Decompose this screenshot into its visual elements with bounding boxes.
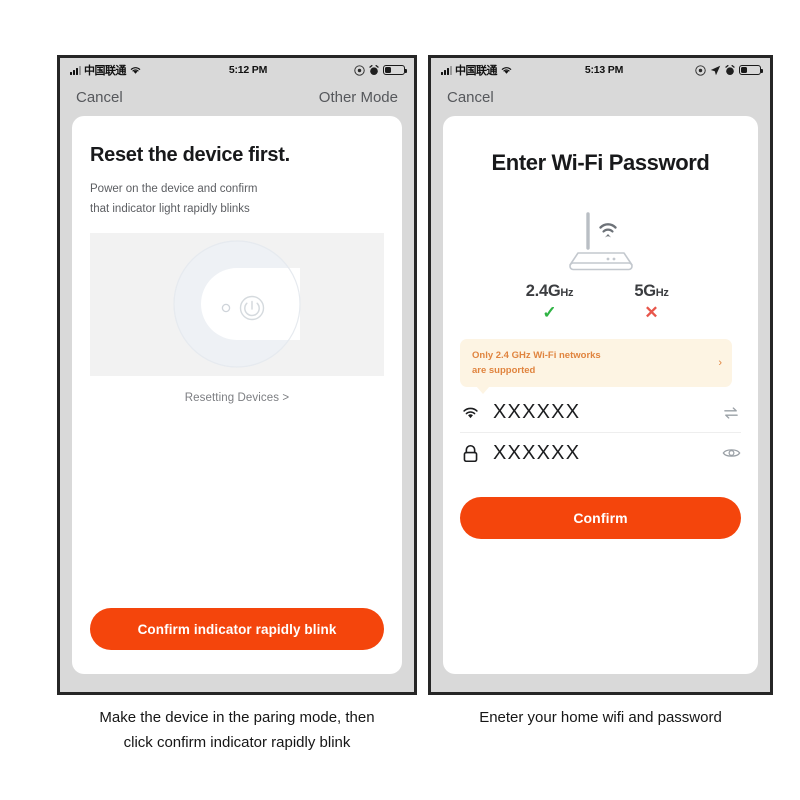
reset-card-body: Reset the device first. Power on the dev…: [72, 116, 402, 404]
cross-icon: ✕: [644, 303, 659, 322]
caption-left: Make the device in the paring mode, then…: [57, 706, 417, 756]
page-title: Enter Wi-Fi Password: [491, 150, 710, 175]
screenshot-stage: 中国联通 5:12 PM Cancel Other Mode Reset the…: [0, 0, 800, 800]
wifi-icon: [460, 405, 480, 420]
caption-right-line-1: Eneter your home wifi and password: [479, 709, 722, 726]
check-icon: ✓: [542, 303, 557, 322]
caption-right: Eneter your home wifi and password: [428, 706, 773, 731]
chevron-right-icon: ›: [718, 357, 722, 370]
screen-lock-rotation-icon: [695, 64, 706, 76]
status-bar-left-group: 中国联通: [70, 62, 142, 78]
signal-bars-icon: [441, 65, 452, 75]
switch-network-icon[interactable]: [721, 406, 741, 420]
screen-lock-rotation-icon: [354, 64, 365, 76]
frequency-support-tooltip[interactable]: Only 2.4 GHz Wi-Fi networks are supporte…: [460, 339, 732, 395]
nav-bar-left: Cancel Other Mode: [60, 82, 414, 112]
lock-icon: [460, 444, 480, 463]
wifi-router-icon: [568, 212, 633, 271]
cancel-button[interactable]: Cancel: [447, 89, 754, 106]
resetting-devices-link[interactable]: Resetting Devices >: [90, 392, 384, 404]
other-mode-button[interactable]: Other Mode: [319, 89, 398, 106]
wifi-icon: [501, 67, 512, 74]
router-illustration: [443, 208, 758, 274]
alarm-clock-icon: [369, 64, 379, 75]
wifi-icon: [130, 67, 141, 74]
battery-icon: [739, 64, 764, 76]
alarm-clock-icon: [725, 64, 735, 75]
frequency-value: 2.4G: [525, 282, 561, 300]
frequency-unit: Hz: [560, 287, 574, 299]
tooltip-text: Only 2.4 GHz Wi-Fi networks are supporte…: [472, 348, 712, 378]
nav-bar-right: Cancel: [431, 82, 770, 112]
frequency-value: 5G: [634, 282, 656, 300]
carrier-label: 中国联通: [84, 65, 127, 77]
status-bar-left: 中国联通 5:12 PM: [60, 58, 414, 82]
card-spacer: [72, 404, 402, 608]
show-password-eye-icon[interactable]: [721, 446, 741, 460]
wifi-password-field-row[interactable]: XXXXXX: [460, 433, 741, 473]
status-bar-time: 5:12 PM: [228, 64, 268, 76]
page-title: Reset the device first.: [90, 144, 290, 166]
wifi-ssid-input[interactable]: XXXXXX: [493, 401, 708, 424]
phone-mockup-left: 中国联通 5:12 PM Cancel Other Mode Reset the…: [57, 55, 417, 695]
signal-bars-icon: [70, 65, 81, 75]
frequency-5ghz: 5GHz ✕: [615, 282, 689, 321]
phone-mockup-right: 中国联通 5:13 PM Cancel Enter Wi-Fi Password…: [428, 55, 773, 695]
status-bar-right-group: [695, 64, 764, 76]
frequency-support-row: 2.4GHz ✓ 5GHz ✕: [443, 282, 758, 321]
frequency-label: 5GHz: [615, 282, 689, 301]
wifi-password-input[interactable]: XXXXXX: [493, 442, 708, 465]
page-subtitle: Power on the device and confirm that ind…: [90, 180, 384, 220]
location-arrow-icon: [710, 65, 721, 75]
confirm-indicator-blink-button[interactable]: Confirm indicator rapidly blink: [90, 608, 384, 650]
caption-left-line-2: click confirm indicator rapidly blink: [123, 733, 351, 751]
frequency-label: 2.4GHz: [513, 282, 587, 301]
status-bar-left-group: 中国联通: [441, 62, 513, 78]
wifi-password-card: Enter Wi-Fi Password 2.4GHz ✓ 5GHz ✕ Onl…: [443, 116, 758, 674]
device-illustration: [90, 232, 384, 376]
tooltip-line-1: Only 2.4 GHz Wi-Fi networks: [472, 350, 601, 361]
frequency-2-4ghz: 2.4GHz ✓: [513, 282, 587, 321]
tooltip-line-2: are supported: [472, 365, 536, 377]
confirm-button[interactable]: Confirm: [460, 497, 741, 540]
cancel-button[interactable]: Cancel: [76, 89, 319, 106]
status-bar-time: 5:13 PM: [584, 64, 624, 76]
carrier-label: 中国联通: [455, 65, 498, 77]
wifi-ssid-field-row[interactable]: XXXXXX: [460, 393, 741, 434]
status-bar-right-group: [354, 64, 408, 76]
status-bar-right: 中国联通 5:13 PM: [431, 58, 770, 82]
frequency-unit: Hz: [655, 287, 669, 299]
reset-device-card: Reset the device first. Power on the dev…: [72, 116, 402, 674]
subtitle-line-1: Power on the device and confirm: [90, 183, 258, 195]
subtitle-line-2: that indicator light rapidly blinks: [90, 202, 250, 215]
caption-left-line-1: Make the device in the paring mode, then: [99, 709, 375, 726]
round-smart-device-icon: [173, 240, 301, 368]
battery-icon: [383, 64, 408, 76]
